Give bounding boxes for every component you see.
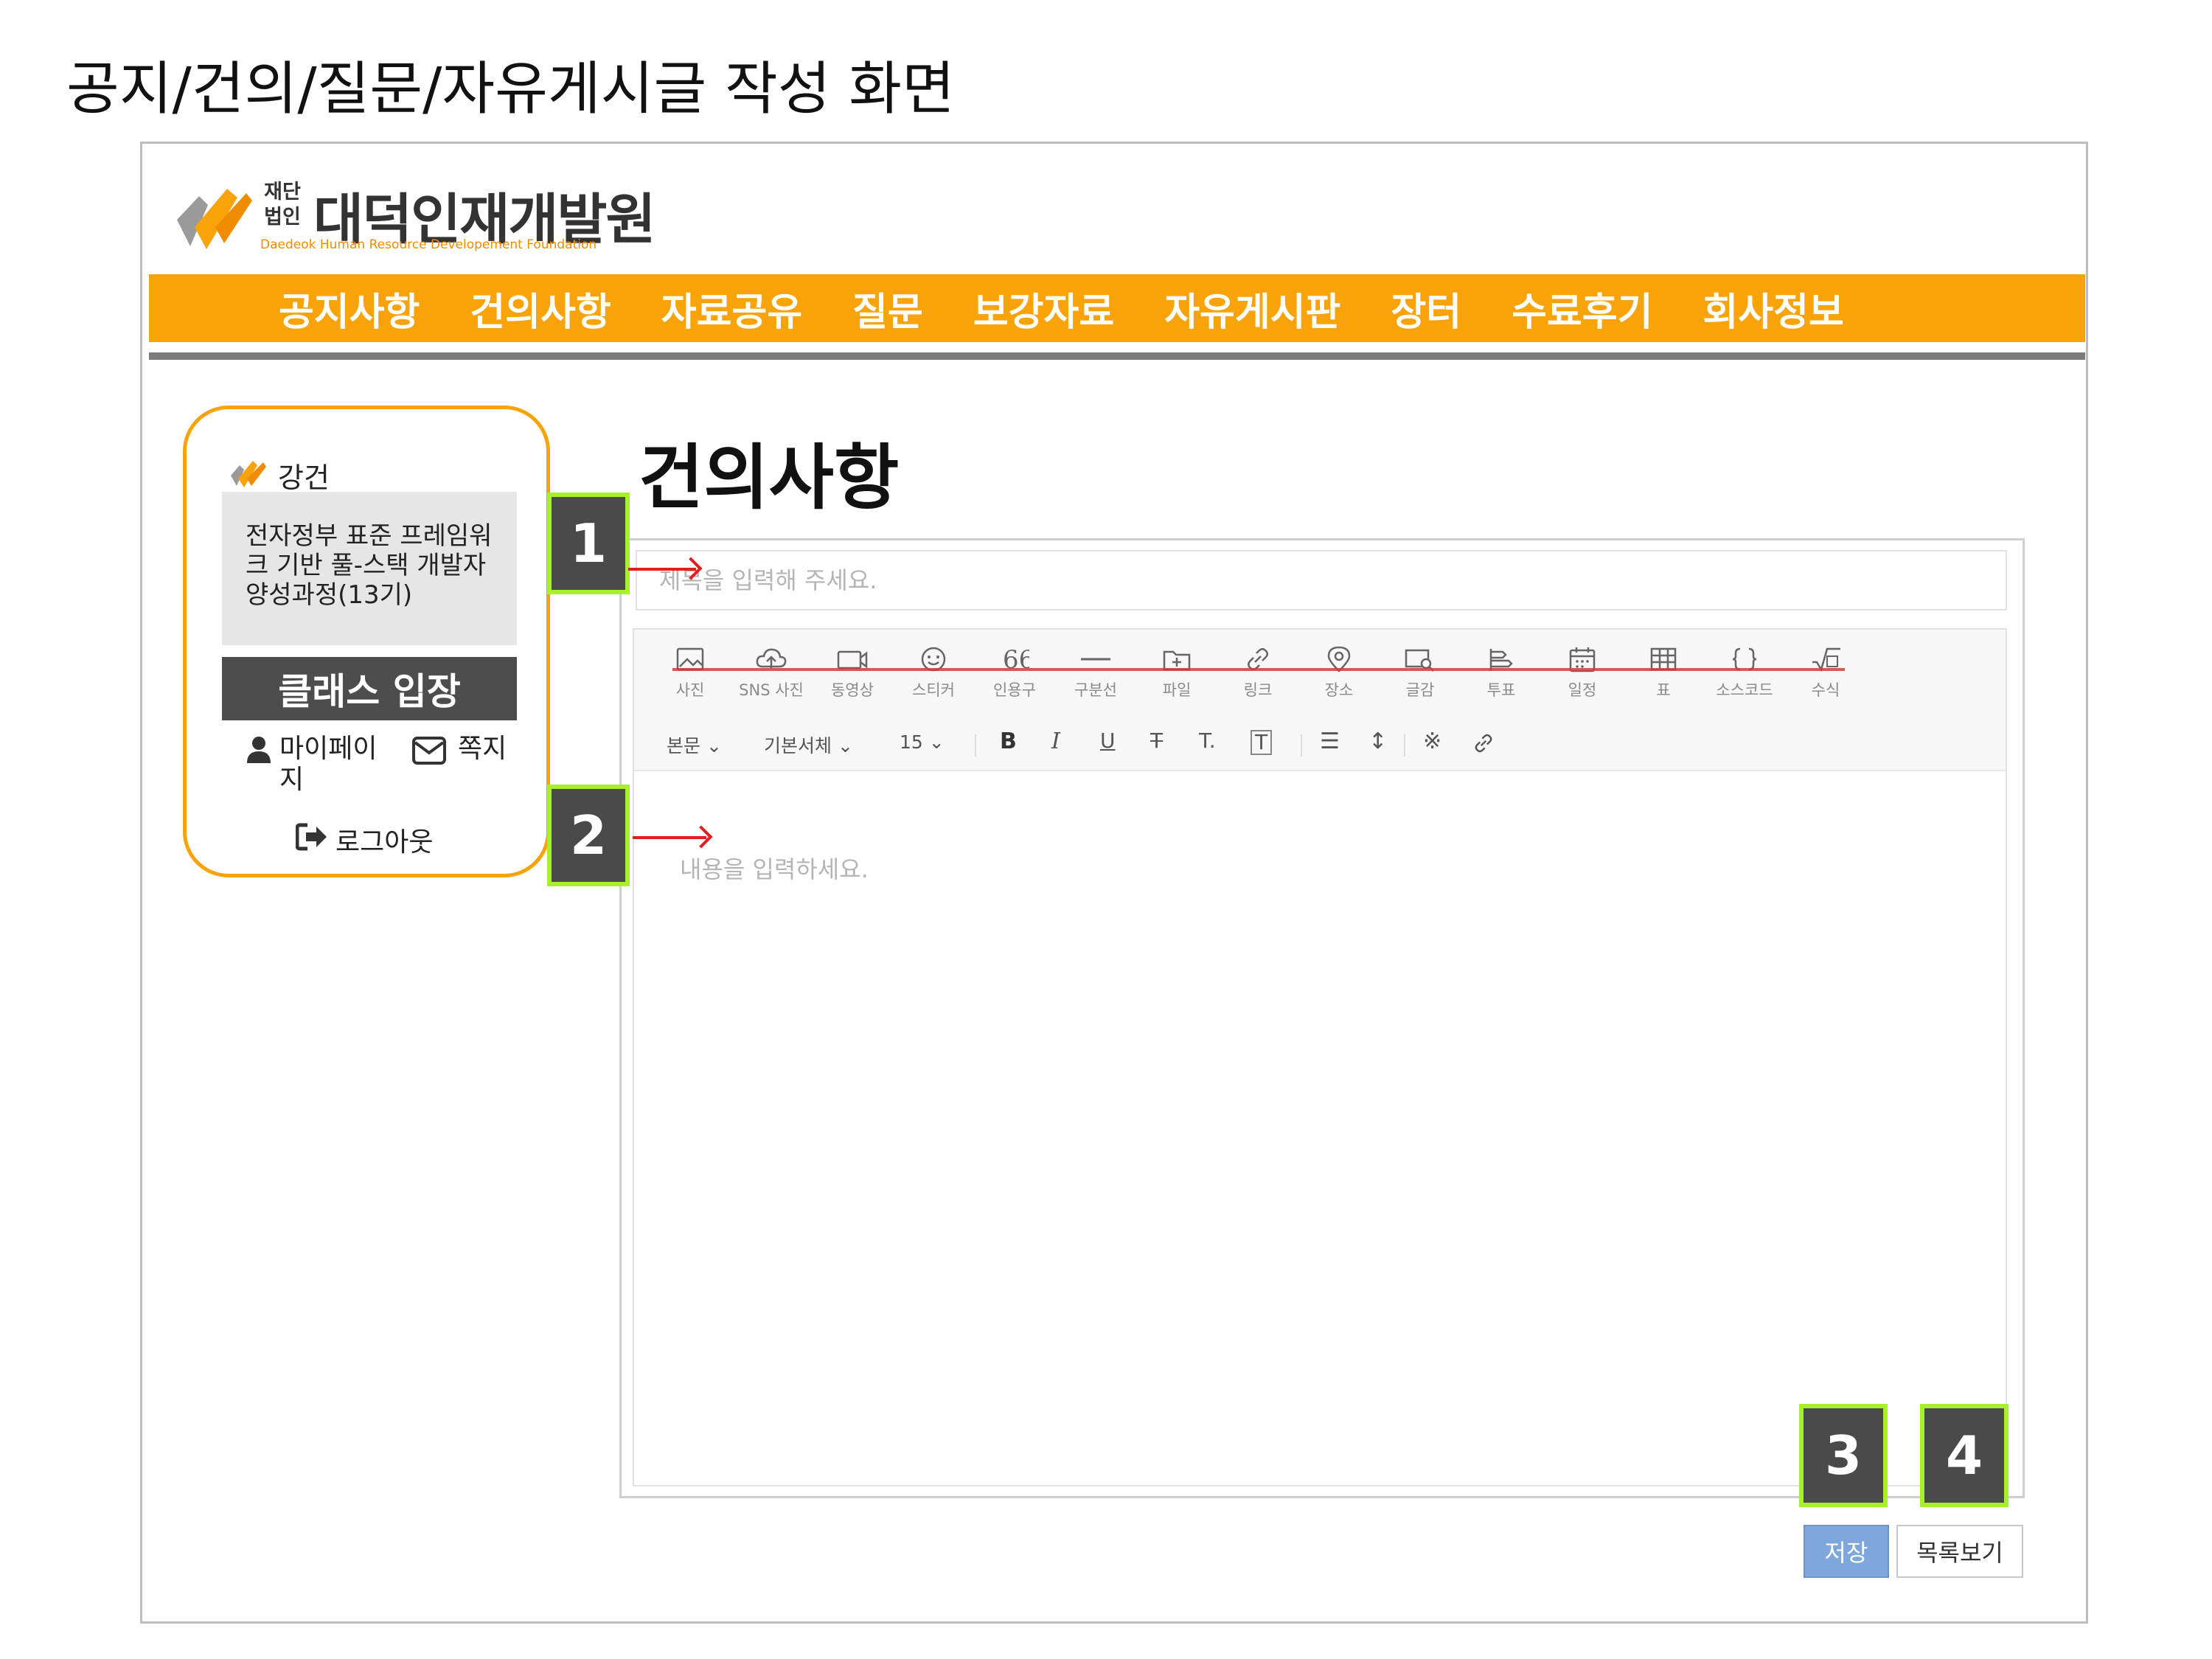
person-icon xyxy=(247,737,271,763)
tool-video[interactable]: 동영상 xyxy=(817,646,888,700)
font-family-select[interactable]: 기본서체 ⌄ xyxy=(764,731,853,758)
user-logo-icon xyxy=(231,461,266,487)
callout-3: 3 xyxy=(1799,1404,1888,1507)
nav-item-questions[interactable]: 질문 xyxy=(852,281,923,336)
course-info: 전자정부 표준 프레임워크 기반 풀-스택 개발자 양성과정(13기) xyxy=(222,492,517,645)
tool-quote[interactable]: 66 인용구 xyxy=(979,646,1050,700)
profile-card: 강건 전자정부 표준 프레임워크 기반 풀-스택 개발자 양성과정(13기) 클… xyxy=(183,406,550,877)
align-button[interactable]: ☰ xyxy=(1320,728,1340,754)
toolbar-separator xyxy=(1404,734,1405,757)
italic-button[interactable]: I xyxy=(1051,728,1060,754)
logout-label: 로그아웃 xyxy=(335,827,434,858)
logo-mark-icon xyxy=(177,189,252,249)
nav-item-suggestion[interactable]: 건의사항 xyxy=(470,281,611,336)
callout-1: 1 xyxy=(547,493,630,594)
nav-item-free-board[interactable]: 자유게시판 xyxy=(1164,281,1340,336)
tool-poll[interactable]: 투표 xyxy=(1466,646,1537,700)
page-title: 공지/건의/질문/자유게시글 작성 화면 xyxy=(66,56,955,122)
callout-4: 4 xyxy=(1920,1404,2008,1507)
link-icon xyxy=(1475,734,1492,753)
main-nav: 공지사항 건의사항 자료공유 질문 보강자료 자유게시판 장터 수료후기 회사정… xyxy=(149,274,2085,342)
nav-divider xyxy=(149,352,2085,360)
content-editor[interactable]: 사진 SNS 사진 동영상 스티커 66 인용구 구분선 파일 링크 장소 글감… xyxy=(633,628,2007,1486)
tool-sns-photo[interactable]: SNS 사진 xyxy=(736,646,807,700)
tool-file[interactable]: 파일 xyxy=(1141,646,1212,700)
nav-item-supplementary[interactable]: 보강자료 xyxy=(973,281,1114,336)
format-toolbar: 본문 ⌄ 기본서체 ⌄ 15 ⌄ B I U T T. T ☰ ↕ ※ xyxy=(634,721,2006,771)
toolbar-strike-annotation xyxy=(672,668,1845,671)
tool-divider[interactable]: 구분선 xyxy=(1060,646,1131,700)
tool-photo[interactable]: 사진 xyxy=(655,646,726,700)
envelope-icon xyxy=(412,737,446,765)
callout-2-arrow xyxy=(633,836,706,839)
insert-link-button[interactable] xyxy=(1472,731,1495,759)
nav-item-market[interactable]: 장터 xyxy=(1391,281,1461,336)
tool-sticker[interactable]: 스티커 xyxy=(898,646,969,700)
nav-item-reviews[interactable]: 수료후기 xyxy=(1512,281,1652,336)
logout-icon xyxy=(296,823,327,851)
class-enter-button[interactable]: 클래스 입장 xyxy=(222,657,517,720)
site-logo[interactable]: 재단법인 대덕인재개발원 Daedeok Human Resource Deve… xyxy=(170,171,671,261)
content-placeholder: 내용을 입력하세요. xyxy=(680,855,869,883)
font-size-select[interactable]: 15 ⌄ xyxy=(900,731,945,753)
tool-source-code[interactable]: 소스코드 xyxy=(1709,646,1780,700)
logo-corp-label: 재단법인 xyxy=(264,181,301,229)
underline-button[interactable]: U xyxy=(1100,728,1116,753)
messages-label: 쪽지 xyxy=(458,734,507,764)
callout-1-arrow xyxy=(628,568,696,571)
list-button[interactable]: 목록보기 xyxy=(1896,1525,2023,1578)
text-bg-button[interactable]: T xyxy=(1251,730,1273,755)
nav-item-company[interactable]: 회사정보 xyxy=(1703,281,1843,336)
text-color-button[interactable]: T. xyxy=(1199,728,1216,753)
line-height-button[interactable]: ↕ xyxy=(1368,728,1387,754)
mypage-label: 마이페이지 xyxy=(279,734,378,795)
nav-item-notice[interactable]: 공지사항 xyxy=(279,281,420,336)
tool-formula[interactable]: 수식 xyxy=(1790,646,1861,700)
nav-item-resources[interactable]: 자료공유 xyxy=(661,281,802,336)
toolbar-separator xyxy=(975,734,976,757)
save-button[interactable]: 저장 xyxy=(1804,1525,1889,1578)
tool-material[interactable]: 글감 xyxy=(1385,646,1455,700)
logo-subtitle: Daedeok Human Resource Developement Foun… xyxy=(260,237,597,252)
tool-place[interactable]: 장소 xyxy=(1304,646,1374,700)
title-input[interactable] xyxy=(636,550,2007,611)
insert-toolbar: 사진 SNS 사진 동영상 스티커 66 인용구 구분선 파일 링크 장소 글감… xyxy=(634,630,2006,723)
callout-2: 2 xyxy=(547,785,630,886)
special-char-button[interactable]: ※ xyxy=(1423,728,1441,754)
tool-link[interactable]: 링크 xyxy=(1222,646,1293,700)
tool-table[interactable]: 표 xyxy=(1628,646,1699,700)
bold-button[interactable]: B xyxy=(1000,728,1017,754)
toolbar-separator xyxy=(1301,734,1302,757)
tool-schedule[interactable]: 일정 xyxy=(1547,646,1618,700)
strikethrough-button[interactable]: T xyxy=(1150,728,1163,753)
board-title: 건의사항 xyxy=(639,437,900,519)
username: 강건 xyxy=(278,462,330,494)
paragraph-style-select[interactable]: 본문 ⌄ xyxy=(667,731,722,758)
